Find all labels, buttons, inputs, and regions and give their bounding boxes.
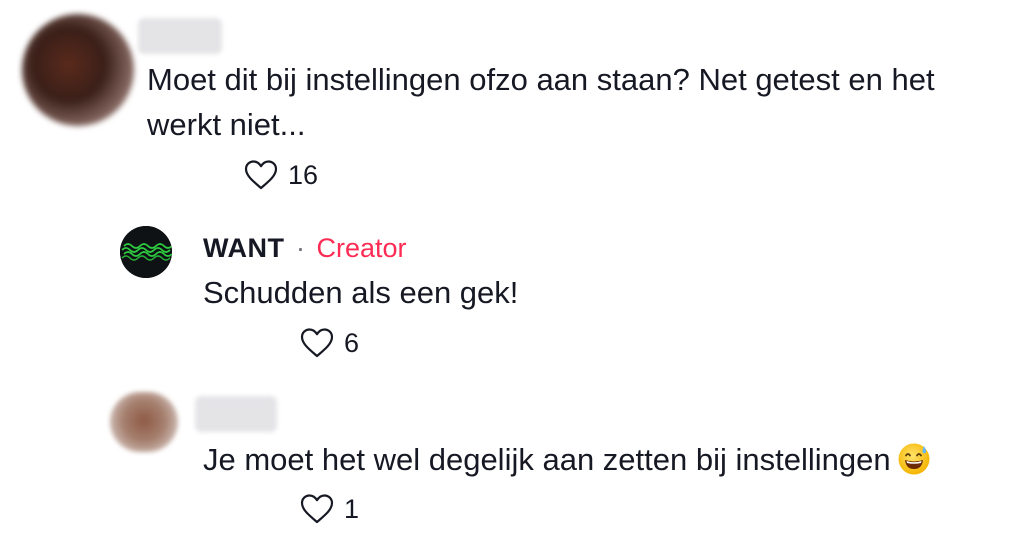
heart-outline-icon [300,328,334,358]
comment-text-line-1: Moet dit bij instellingen ofzo aan staan… [147,62,935,97]
creator-badge: Creator [316,233,407,263]
like-count: 6 [344,328,360,358]
separator-dot: · [296,233,305,263]
like-button[interactable]: 16 [244,160,318,190]
creator-header: WANT · Creator [203,231,407,265]
like-count: 1 [344,494,360,524]
heart-outline-icon [244,160,278,190]
heart-outline-icon [300,494,334,524]
reply-text: Je moet het wel degelijk aan zetten bij … [203,437,931,482]
like-button[interactable]: 1 [300,494,359,524]
grinning-face-with-sweat-icon [898,443,930,475]
reply-text-content: Je moet het wel degelijk aan zetten bij … [203,442,891,477]
commenter-avatar[interactable] [110,392,178,452]
like-button[interactable]: 6 [300,328,359,358]
comment-text: Moet dit bij instellingen ofzo aan staan… [147,57,935,147]
waveform-logo-icon [120,226,172,278]
reply-text: Schudden als een gek! [203,275,519,310]
like-count: 16 [288,160,319,190]
creator-username[interactable]: WANT [203,233,284,263]
blurred-username[interactable] [138,18,222,54]
comment-text-line-2: werkt niet... [147,107,306,142]
blurred-username[interactable] [195,396,277,432]
creator-avatar[interactable] [120,226,172,278]
commenter-avatar[interactable] [22,14,134,126]
